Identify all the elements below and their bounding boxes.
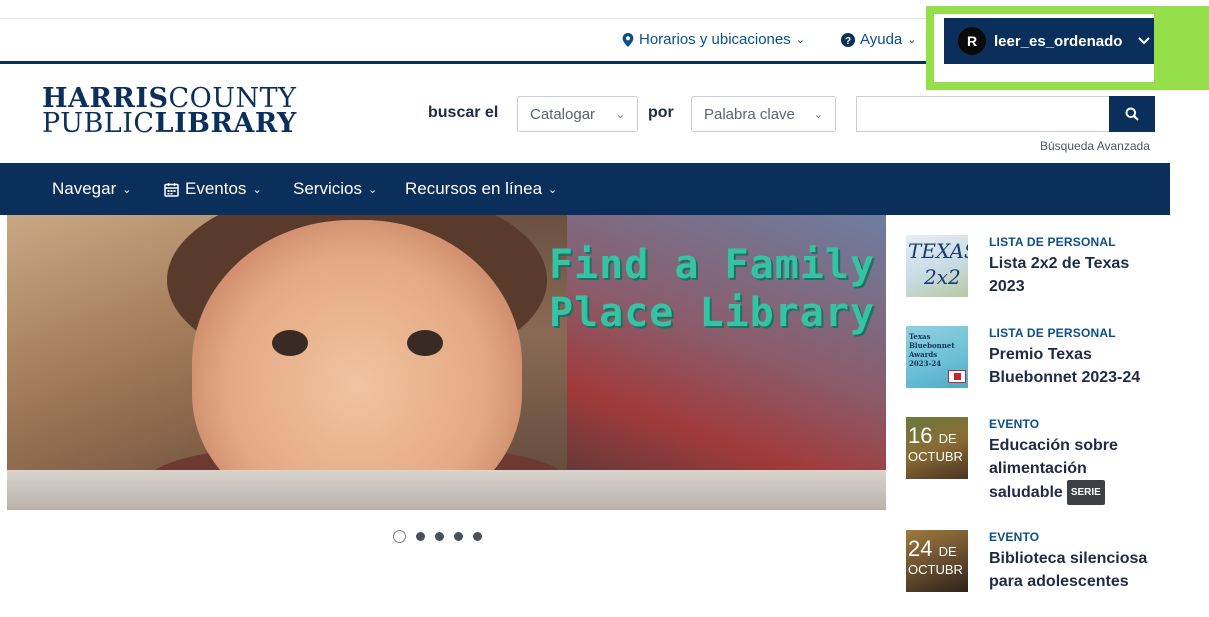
nav-item-label: Recursos en línea [405, 179, 543, 198]
featured-category: EVENTO [989, 417, 1040, 431]
nav-item-services[interactable]: Servicios ⌄ [293, 179, 377, 199]
search-scope-select[interactable]: Catalogar ⌄ [517, 96, 638, 132]
flag-icon [948, 370, 966, 383]
library-logo[interactable]: HARRISCOUNTY PUBLICLIBRARY [42, 85, 297, 139]
help-link[interactable]: ? Ayuda ⌄ [841, 31, 916, 48]
nav-item-label: Servicios [293, 179, 362, 198]
featured-title-link[interactable]: Lista 2x2 de Texas 2023 [989, 252, 1164, 298]
search-icon [1125, 107, 1139, 121]
thumb-text: TEXAS [908, 239, 968, 263]
calendar-icon [164, 182, 179, 197]
search-type-value: Palabra clave [704, 105, 795, 123]
featured-title-link[interactable]: Premio Texas Bluebonnet 2023-24 [989, 343, 1164, 389]
thumb-text: Awards [909, 350, 938, 359]
carousel-pagination [393, 530, 482, 543]
chevron-down-icon: ⌄ [615, 108, 625, 121]
chevron-down-icon: ⌄ [252, 183, 262, 196]
search-input[interactable] [856, 96, 1110, 132]
thumbnail-bluebonnet[interactable]: Texas Bluebonnet Awards 2023-24 [906, 326, 968, 388]
hero-title: Find a Family Place Library [547, 241, 877, 337]
hours-locations-link[interactable]: Horarios y ubicaciones ⌄ [622, 31, 805, 48]
search-label: buscar el [428, 104, 499, 121]
event-date-month: OCTUBR [908, 562, 963, 577]
event-date-month: OCTUBR [908, 449, 963, 464]
carousel-dot-3[interactable] [435, 532, 444, 541]
nav-item-browse[interactable]: Navegar ⌄ [52, 179, 131, 199]
series-badge: SERIE [1066, 480, 1105, 505]
event-date-day: 24 DE [908, 536, 957, 561]
featured-item[interactable]: 16 DE OCTUBR EVENTO Educación sobre alim… [906, 417, 1166, 512]
featured-title-link[interactable]: Educación sobre alimentación saludable SE… [989, 434, 1164, 505]
event-date-day: 16 DE [908, 423, 957, 448]
chevron-down-icon: ⌄ [367, 183, 378, 196]
hero-photo-child-face [192, 220, 522, 510]
thumb-text: Texas [909, 332, 931, 341]
hours-locations-label: Horarios y ubicaciones [639, 31, 791, 48]
hero-photo-eye [407, 330, 443, 356]
featured-item[interactable]: Texas Bluebonnet Awards 2023-24 LISTA DE… [906, 326, 1166, 406]
featured-item[interactable]: 24 DE OCTUBR EVENTO Biblioteca silencios… [906, 530, 1166, 610]
nav-item-events[interactable]: Eventos ⌄ [164, 179, 262, 199]
hero-title-line2: Place Library [548, 290, 876, 336]
hero-carousel-slide[interactable]: Find a Family Place Library [7, 215, 886, 510]
nav-item-label: Navegar [52, 179, 117, 198]
thumbnail-event-date[interactable]: 24 DE OCTUBR [906, 530, 968, 592]
carousel-dot-5[interactable] [473, 532, 482, 541]
carousel-dot-1[interactable] [393, 530, 406, 543]
avatar: R [958, 27, 986, 55]
search-by-label: por [648, 104, 674, 121]
search-scope-value: Catalogar [530, 105, 596, 123]
nav-item-online-resources[interactable]: Recursos en línea ⌄ [405, 179, 557, 199]
logo-text-library: LIBRARY [154, 108, 297, 139]
advanced-search-link[interactable]: Búsqueda Avanzada [1040, 139, 1150, 153]
thumb-text: Bluebonnet [909, 341, 955, 350]
chevron-down-icon: ⌄ [795, 34, 805, 46]
featured-category: EVENTO [989, 530, 1040, 544]
nav-item-label: Eventos [185, 179, 247, 198]
search-button[interactable] [1109, 96, 1155, 132]
search-type-select[interactable]: Palabra clave ⌄ [691, 96, 836, 132]
hero-photo-eye [272, 330, 308, 356]
account-username: leer_es_ordenado [994, 32, 1123, 50]
map-pin-icon [622, 32, 634, 47]
page: Horarios y ubicaciones ⌄ ? Ayuda ⌄ R lee… [0, 0, 1209, 617]
chevron-down-icon: ⌄ [122, 183, 132, 196]
chevron-down-icon: ⌄ [907, 34, 917, 46]
carousel-dot-2[interactable] [416, 532, 425, 541]
featured-category: LISTA DE PERSONAL [989, 326, 1116, 340]
thumb-text: 2023-24 [909, 359, 942, 368]
account-menu-button[interactable]: R leer_es_ordenado [944, 18, 1154, 64]
question-circle-icon: ? [841, 32, 855, 47]
featured-category: LISTA DE PERSONAL [989, 235, 1116, 249]
main-nav: Navegar ⌄ Eventos ⌄ Servicios ⌄ Recursos… [0, 163, 1170, 215]
hero-title-line1: Find a Family [548, 242, 876, 288]
carousel-dot-4[interactable] [454, 532, 463, 541]
logo-text-public: PUBLIC [42, 108, 155, 139]
hero-photo-table [7, 470, 886, 510]
chevron-down-icon: ⌄ [548, 183, 558, 196]
featured-item[interactable]: TEXAS 2x2 LISTA DE PERSONAL Lista 2x2 de… [906, 235, 1166, 315]
thumb-text: 2x2 [924, 265, 961, 289]
thumbnail-texas-2x2[interactable]: TEXAS 2x2 [906, 235, 968, 297]
thumbnail-event-date[interactable]: 16 DE OCTUBR [906, 417, 968, 479]
svg-text:?: ? [845, 36, 851, 47]
chevron-down-icon [1138, 37, 1151, 45]
help-label: Ayuda [860, 31, 903, 48]
featured-title-link[interactable]: Biblioteca silenciosa para adolescentes [989, 547, 1164, 593]
chevron-down-icon: ⌄ [813, 108, 823, 121]
